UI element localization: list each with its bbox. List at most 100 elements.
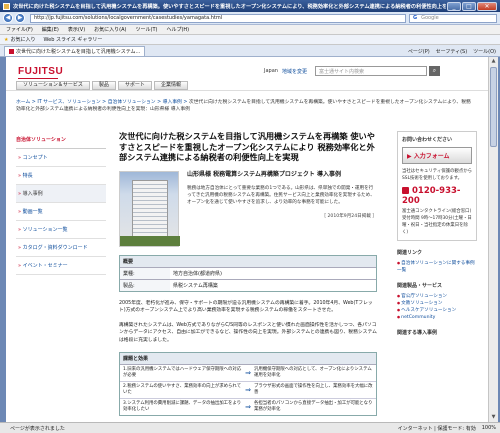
gnav-solutions[interactable]: ソリューション＆サービス — [16, 81, 90, 90]
favorites-star-icon[interactable]: ★ — [4, 37, 8, 43]
arrow-right-icon: ⇒ — [245, 386, 251, 395]
related-cases-title: 関連する導入事例 — [397, 330, 438, 336]
overview-heading: 概要 — [120, 255, 376, 267]
gnav-support[interactable]: サポート — [117, 81, 152, 90]
address-toolbar: ◀ ▶ http://jp.fujitsu.com/solutions/loca… — [0, 12, 500, 25]
right-sidebar: お問い合わせください ▶ 入力フォーム 当社はセキュリティ保護の観点からSSL技… — [397, 131, 477, 340]
close-button[interactable]: ✕ — [477, 1, 497, 11]
left-nav-concept[interactable]: コンセプト — [16, 149, 106, 167]
menu-file[interactable]: ファイル(F) — [6, 26, 33, 33]
issue-problem: 3.システム利用の費用削減に課題、データの抽出加工をより効率化したい — [123, 401, 242, 413]
input-form-button[interactable]: ▶ 入力フォーム — [402, 147, 472, 164]
tools-menu[interactable]: ツール(O) — [473, 48, 496, 55]
main-content: 次世代に向けた税システムを目指して汎用機システムを再構築 使いやすさとスピードを… — [119, 131, 377, 417]
back-button[interactable]: ◀ — [3, 13, 13, 23]
browser-search-placeholder: Google — [421, 15, 439, 21]
table-row: 2.税務システムの使いやすさ、業務効率の向上が求められていた ⇒ ブラウザ形式の… — [120, 382, 376, 400]
related-solution-link[interactable]: ヘルスケアソリューション — [397, 307, 477, 314]
table-row: 3.システム利用の費用削減に課題、データの抽出加工をより効率化したい ⇒ 各担当… — [120, 399, 376, 415]
input-form-label: 入力フォーム — [413, 153, 450, 160]
safety-menu[interactable]: セーフティ(S) — [436, 48, 467, 55]
issue-effect: 各担当者のパソコンから直接データ抽出・加工が可能となり業務が効率化 — [254, 401, 373, 413]
site-search-input[interactable]: 富士通サイト内検索 — [314, 66, 427, 76]
related-solution-link[interactable]: netCommunity — [397, 314, 477, 321]
menu-favorites[interactable]: お気に入り(A) — [94, 26, 126, 33]
address-bar[interactable]: http://jp.fujitsu.com/solutions/localgov… — [30, 13, 406, 23]
gnav-corporate[interactable]: 企業情報 — [153, 81, 188, 90]
gnav-products[interactable]: 製品 — [91, 81, 116, 90]
page-viewport: FUJITSU Japan 地域を変更 富士通サイト内検索 ⌕ ソリューション＆… — [6, 57, 488, 422]
overview-key: 業種: — [120, 266, 170, 279]
window-title: 次世代に向けた税システムを目指して汎用機システムを再構築。使いやすさとスピードを… — [13, 3, 446, 10]
related-solution-link[interactable]: 文教ソリューション — [397, 300, 477, 307]
minimize-button[interactable]: _ — [447, 1, 461, 11]
arrow-right-icon: ⇒ — [245, 369, 251, 378]
menu-edit[interactable]: 編集(E) — [42, 26, 59, 33]
tab-active[interactable]: 次世代に向けた税システムを目指して汎用機システム... — [4, 46, 146, 56]
browser-search-input[interactable]: G Google — [409, 13, 497, 23]
site-favicon-icon — [9, 49, 14, 54]
scrollbar-thumb[interactable] — [490, 67, 497, 147]
overview-key: 製品: — [120, 278, 170, 291]
breadcrumb-trail[interactable]: ホーム > IT サービス、ソリューション > 自治体ソリューション > 導入事… — [16, 100, 189, 105]
building-photo — [119, 170, 180, 247]
issues-effects-table: 課題と効果 1.旧来の汎用機システムではハードウェア保守期限への対応が必要 ⇒ … — [119, 352, 377, 417]
maximize-button[interactable]: □ — [462, 1, 476, 11]
tab-title: 次世代に向けた税システムを目指して汎用機システム... — [16, 49, 141, 55]
tree-line — [120, 235, 180, 246]
menu-help[interactable]: ヘルプ(H) — [166, 26, 189, 33]
forward-button[interactable]: ▶ — [15, 13, 25, 23]
menu-bar: ファイル(F) 編集(E) 表示(V) お気に入り(A) ツール(T) ヘルプ(… — [0, 25, 500, 35]
page-menu[interactable]: ページ(P) — [408, 48, 430, 55]
contact-box: お問い合わせください ▶ 入力フォーム 当社はセキュリティ保護の観点からSSL技… — [397, 131, 477, 241]
page-title: 次世代に向けた税システムを目指して汎用機システムを再構築 使いやすさとスピードを… — [119, 131, 375, 162]
favorites-bar: ★ お気に入り Web スライス ギャラリー — [0, 35, 500, 45]
favorites-button[interactable]: お気に入り — [10, 36, 35, 43]
menu-tools[interactable]: ツール(T) — [136, 26, 158, 33]
ssl-note: 当社はセキュリティ保護の観点からSSL技術を使用しております。 — [402, 169, 472, 181]
phone-text: 0120-933-200 — [402, 186, 461, 206]
scroll-down-icon[interactable]: ▼ — [489, 413, 498, 422]
issue-effect: 汎用機保守期限への対応として、オープン化によりシステム運用を効率化 — [254, 367, 372, 379]
issue-problem: 1.旧来の汎用機システムではハードウェア保守期限への対応が必要 — [123, 367, 242, 379]
ie-icon — [3, 2, 10, 10]
related-links-title: 関連リンク — [397, 250, 423, 256]
left-nav-features[interactable]: 特長 — [16, 167, 106, 185]
left-nav-events[interactable]: イベント・セミナー — [16, 257, 106, 275]
left-nav-case-studies[interactable]: 導入事例 — [16, 185, 106, 203]
table-row: 製品: 県税システム再構築 — [120, 278, 376, 291]
building-shape — [132, 179, 168, 240]
left-nav: 自治体ソリューション コンセプト 特長 導入事例 動画一覧 ソリューション一覧 … — [16, 133, 106, 275]
phone-note: 富士通コンタクトライン(総合窓口) 受付時間 9時～17時30分(土曜・日曜・祝… — [402, 209, 472, 235]
change-region-link[interactable]: 地域を変更 — [282, 68, 307, 75]
fujitsu-logo[interactable]: FUJITSU — [18, 66, 63, 77]
global-nav: ソリューション＆サービス 製品 サポート 企業情報 — [6, 80, 488, 91]
case-subtitle: 山形県様 税務電算システム再構築プロジェクト 導入事例 — [187, 170, 341, 178]
phone-icon — [402, 187, 409, 194]
body-paragraph-2: 再構築されたシステムは、Web方式でありながらC/S同等のレスポンスと使い慣れた… — [119, 322, 377, 343]
case-description: 税務は地方自治体にとって重要な業務の1つである。山形県は、県単独での開発・運用を… — [187, 185, 375, 206]
related-solution-link[interactable]: 官公庁ソリューション — [397, 293, 477, 300]
site-search-button[interactable]: ⌕ — [428, 66, 440, 76]
left-nav-heading[interactable]: 自治体ソリューション — [16, 133, 106, 149]
command-bar: ページ(P) セーフティ(S) ツール(O) — [402, 46, 500, 56]
left-nav-videos[interactable]: 動画一覧 — [16, 203, 106, 221]
issues-heading: 課題と効果 — [120, 353, 376, 366]
scroll-up-icon[interactable]: ▲ — [489, 57, 498, 66]
header-tools: Japan 地域を変更 富士通サイト内検索 ⌕ — [264, 66, 440, 76]
left-nav-solutions[interactable]: ソリューション一覧 — [16, 221, 106, 239]
logo-underline — [18, 78, 58, 79]
related-link[interactable]: 自治体ソリューションに関する事例一覧 — [397, 260, 477, 274]
issue-problem: 2.税務システムの使いやすさ、業務効率の向上が求められていた — [123, 384, 242, 396]
left-nav-downloads[interactable]: カタログ・資料ダウンロード — [16, 239, 106, 257]
menu-view[interactable]: 表示(V) — [68, 26, 85, 33]
security-zone: インターネット | 保護モード: 有効 — [397, 425, 476, 432]
breadcrumb: ホーム > IT サービス、ソリューション > 自治体ソリューション > 導入事… — [16, 99, 471, 113]
zoom-level[interactable]: 100% — [482, 425, 496, 431]
phone-number: 0120-933-200 — [402, 186, 472, 206]
status-text: ページが表示されました — [10, 425, 65, 432]
web-slice-gallery-link[interactable]: Web スライス ギャラリー — [44, 36, 103, 43]
vertical-scrollbar[interactable]: ▲ ▼ — [488, 57, 498, 422]
body-paragraph-1: 2005年度、老朽化が進み、保守・サポートの期限が迫る汎用機システムの再構築に着… — [119, 300, 373, 314]
site-search-placeholder: 富士通サイト内検索 — [318, 68, 364, 75]
